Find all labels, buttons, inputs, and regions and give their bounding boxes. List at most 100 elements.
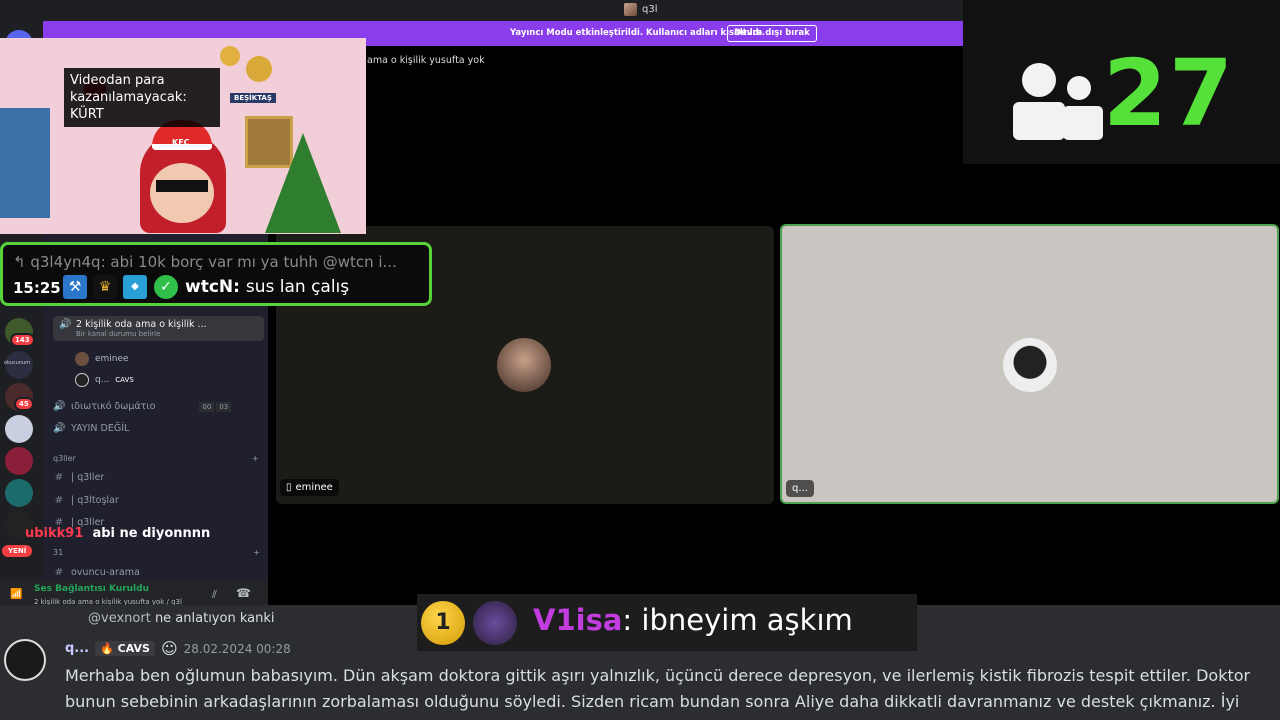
- user-tag: CAVS: [115, 376, 134, 384]
- donation-text: ibneyim aşkım: [641, 603, 853, 637]
- channel-text[interactable]: # ovuncu-arama: [53, 567, 140, 578]
- channel-name: ιδιωτικό δωμάτιο: [71, 401, 156, 412]
- tag-text: CAVS: [117, 642, 150, 655]
- channel-voice[interactable]: 🔊 ιδιωτικό δωμάτιο 00 03: [53, 401, 232, 412]
- signal-icon[interactable]: 📶: [10, 589, 22, 600]
- disable-streamer-mode-button[interactable]: Devre dışı bırak: [727, 25, 817, 42]
- speaker-icon: 🔊: [53, 401, 66, 412]
- server-label: okucunum: [4, 360, 31, 366]
- channel-header-fragment: ama o kişilik yusufta yok: [367, 55, 485, 66]
- avatar: [75, 352, 89, 366]
- crown-badge-icon: ♛: [93, 275, 117, 299]
- chat-author: wtcN: [185, 277, 234, 297]
- chat-text: abi ne diyonnnn: [92, 526, 211, 541]
- chat-author: ubikk91: [25, 526, 84, 541]
- hat-label: KFC: [172, 138, 190, 147]
- window-titlebar: q3l: [0, 0, 963, 21]
- team-sign: BEŞİKTAŞ: [230, 93, 276, 103]
- donation-message: V1isa: ibneyim aşkım: [533, 603, 853, 637]
- channel-name: 2 kişilik oda ama o kişilik ...: [76, 319, 207, 330]
- user-tag: 🔥 CAVS: [95, 641, 155, 656]
- plus-icon[interactable]: +: [253, 548, 260, 557]
- participant-nametag: q...: [786, 480, 814, 497]
- participant-name: eminee: [295, 482, 333, 493]
- participant-name: q...: [792, 483, 808, 494]
- ornament: [246, 56, 272, 82]
- speaker-icon: 🔊: [59, 319, 72, 330]
- voice-status[interactable]: Ses Bağlantısı Kuruldu: [34, 584, 149, 594]
- reply-reference[interactable]: @vexnort ne anlatıyon kanki: [88, 611, 274, 626]
- channel-status[interactable]: Bir kanal durumu belirle: [76, 330, 258, 338]
- video-tile[interactable]: q...: [780, 224, 1279, 504]
- monetization-caption: Videodan para kazanılamayacak: KÜRT: [64, 68, 220, 127]
- reply-text: ne anlatıyon kanki: [154, 611, 275, 626]
- voice-user[interactable]: q... CAVS: [75, 373, 134, 387]
- server-avatar: [624, 3, 637, 16]
- category-header[interactable]: 31 +: [53, 548, 260, 557]
- server-icon[interactable]: [5, 415, 33, 443]
- chat-text: sus lan çalış: [245, 277, 350, 297]
- bg-badge-icon: ◆: [123, 275, 147, 299]
- noise-suppression-icon[interactable]: ⫽: [212, 588, 217, 602]
- character-face: [150, 163, 214, 223]
- category-name: 31: [53, 548, 64, 557]
- server-icon[interactable]: [5, 479, 33, 507]
- hashtag-icon: #: [54, 472, 64, 483]
- channel-name: ovuncu-arama: [71, 567, 140, 578]
- christmas-tree: [265, 133, 341, 233]
- channel-name: | q3ltoşlar: [71, 495, 119, 506]
- avatar[interactable]: [4, 639, 46, 681]
- phone-icon: ▯: [286, 482, 292, 493]
- mention-badge: 45: [14, 397, 34, 411]
- participant-nametag: ▯ eminee: [280, 479, 339, 496]
- speaker-icon: 🔊: [53, 423, 66, 434]
- channel-text[interactable]: # | q3ller: [53, 472, 105, 483]
- voice-user-name: eminee: [95, 354, 129, 364]
- plus-icon[interactable]: +: [252, 454, 259, 463]
- channel-name: YAYIN DEĞİL: [71, 423, 130, 434]
- viewer-count: 27: [1103, 40, 1236, 147]
- message-date: 28.02.2024 00:28: [183, 641, 291, 656]
- rank-coin-icon: 1: [421, 601, 465, 645]
- mention-badge: 143: [10, 333, 35, 347]
- donor-name: V1isa: [533, 603, 623, 637]
- voice-user-name: q...: [95, 375, 110, 385]
- verified-badge-icon: ✓: [154, 275, 178, 299]
- disconnect-icon[interactable]: ☎: [236, 586, 251, 600]
- chat-highlight-popup: ↰ q3l4yn4q: abi 10k borç var mı ya tuhh …: [0, 242, 432, 306]
- stream-scene-overlay: BEŞİKTAŞ KFC Videodan para kazanılamayac…: [0, 38, 366, 234]
- hashtag-icon: #: [54, 495, 64, 506]
- category-header[interactable]: q3ller +: [53, 454, 259, 463]
- window-title-text: q3l: [642, 4, 658, 15]
- avatar: [497, 338, 551, 392]
- channel-voice[interactable]: 🔊 YAYIN DEĞİL: [53, 423, 129, 434]
- user-limit: 03: [216, 401, 232, 412]
- new-badge[interactable]: YENİ: [2, 545, 33, 557]
- reply-mention[interactable]: @vexnort: [88, 611, 151, 626]
- channel-active-voice[interactable]: 🔊 2 kişilik oda ama o kişilik ... Bir ka…: [53, 316, 264, 341]
- message-time: 15:25: [13, 279, 61, 297]
- avatar: [1003, 338, 1057, 392]
- voice-user[interactable]: eminee: [75, 352, 129, 366]
- server-icon[interactable]: [5, 447, 33, 475]
- window-decor: [0, 108, 50, 218]
- chat-message: wtcN: sus lan çalış: [185, 277, 350, 297]
- channel-name: | q3ller: [71, 472, 105, 483]
- avatar: [75, 373, 89, 387]
- category-name: q3ller: [53, 454, 76, 463]
- message-author[interactable]: q...: [65, 641, 89, 656]
- reply-preview: ↰ q3l4yn4q: abi 10k borç var mı ya tuhh …: [13, 253, 397, 271]
- overlay-chat-line: ubikk91 abi ne diyonnnn: [25, 526, 210, 541]
- window-title: q3l: [624, 3, 658, 16]
- message-body: Merhaba ben oğlumun babasıyım. Dün akşam…: [65, 666, 1251, 711]
- avatar: [473, 601, 517, 645]
- people-icon: [1013, 63, 1103, 140]
- smile-emoji-icon: ☺: [160, 639, 178, 658]
- moderator-badge-icon: ⚒: [63, 275, 87, 299]
- message-header: q... 🔥 CAVS ☺ 28.02.2024 00:28: [65, 639, 291, 658]
- reply-text: q3l4yn4q: abi 10k borç var mı ya tuhh @w…: [30, 253, 397, 271]
- channel-text[interactable]: # | q3ltoşlar: [53, 495, 119, 506]
- user-count: 00: [199, 401, 215, 412]
- ornament: [220, 46, 240, 66]
- sunglasses-icon: [156, 180, 208, 192]
